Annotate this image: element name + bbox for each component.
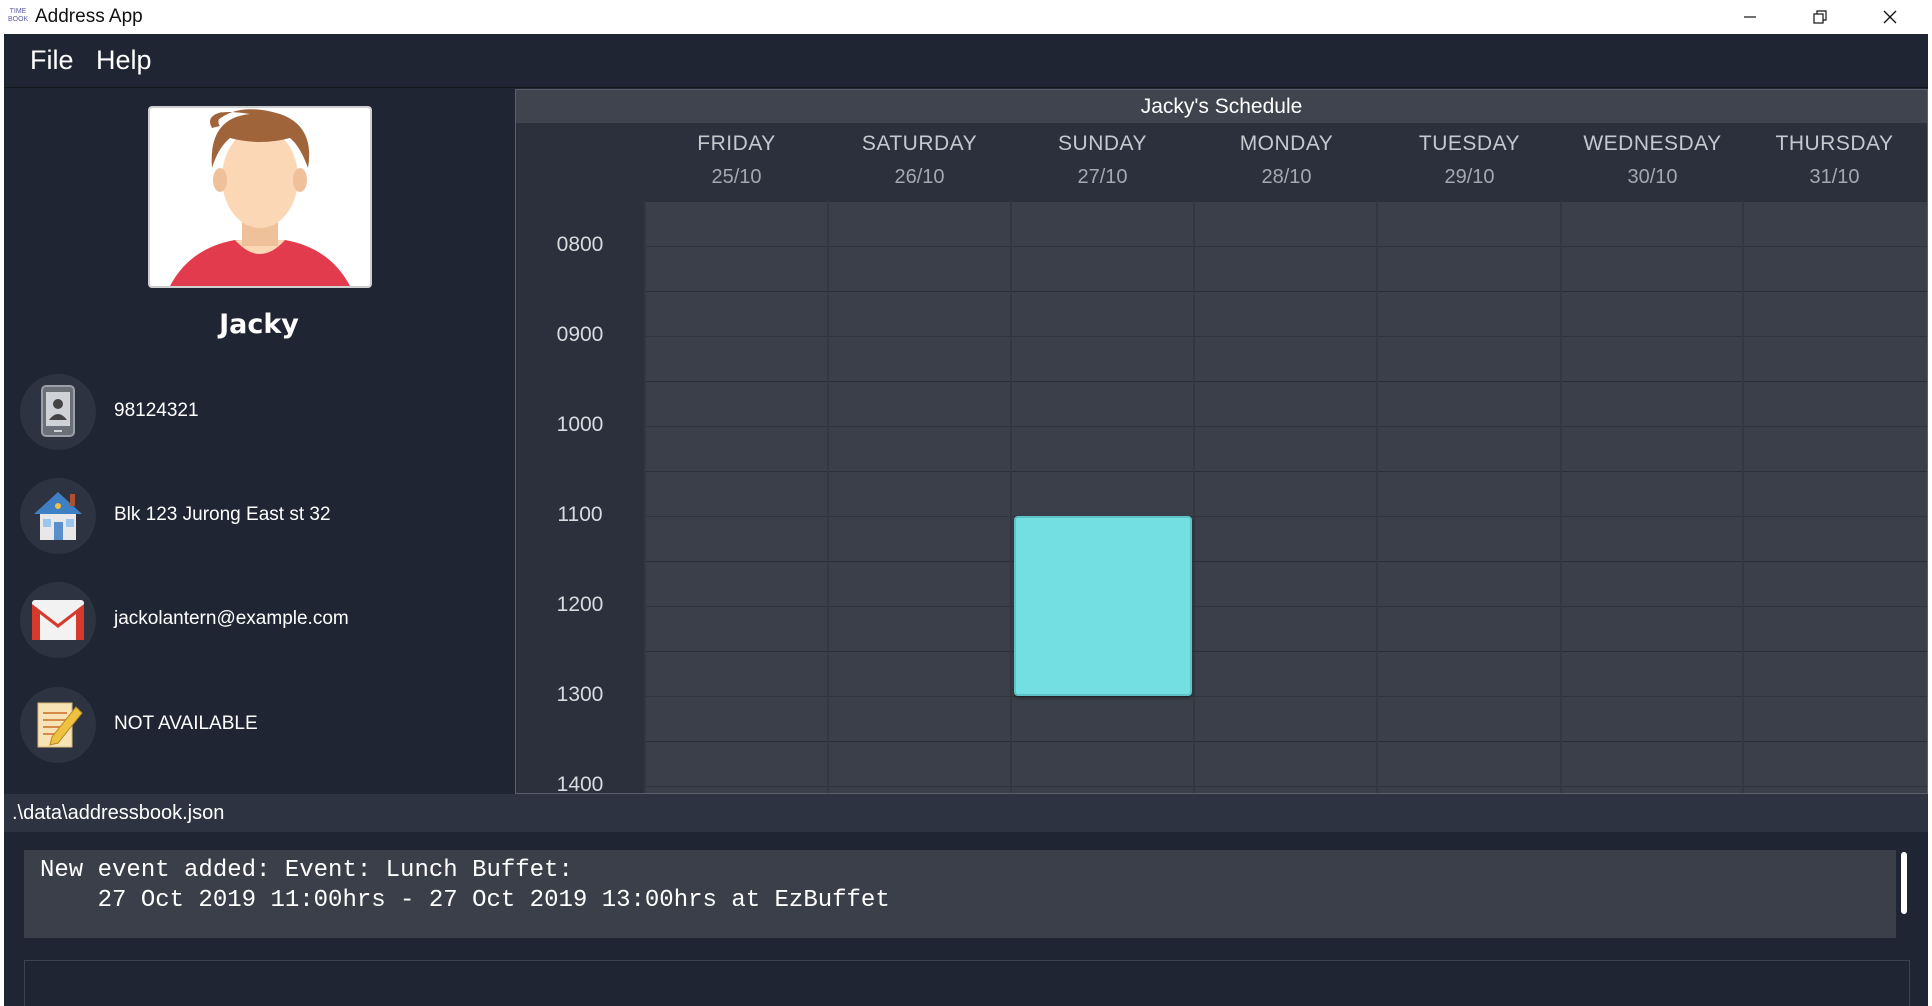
grid-line: [644, 201, 1927, 202]
window-title: Address App: [35, 6, 143, 27]
day-name: THURSDAY: [1775, 132, 1894, 155]
email-row: jackolantern@example.com: [20, 582, 510, 660]
grid-line: [644, 651, 1927, 652]
notepad-icon: [20, 687, 96, 763]
time-label: 1000: [556, 413, 604, 436]
day-name: WEDNESDAY: [1583, 132, 1722, 155]
grid-column-divider: [1376, 201, 1378, 793]
day-column-header: FRIDAY 25/10: [645, 132, 828, 189]
avatar-image: [170, 109, 350, 286]
day-column-header: SATURDAY 26/10: [828, 132, 1011, 189]
day-column-header: THURSDAY 31/10: [1743, 132, 1926, 189]
restore-button[interactable]: [1785, 0, 1855, 34]
close-icon: [1883, 10, 1897, 24]
day-date: 26/10: [894, 166, 945, 188]
minimize-icon: [1744, 16, 1756, 18]
schedule-panel: Jacky's Schedule FRIDAY 25/10 SATURDAY 2…: [515, 89, 1928, 794]
day-column-header: WEDNESDAY 30/10: [1561, 132, 1744, 189]
day-date: 25/10: [711, 166, 762, 188]
grid-line: [644, 606, 1927, 607]
time-label: 0900: [556, 323, 604, 346]
day-name: FRIDAY: [697, 132, 776, 155]
day-date: 31/10: [1809, 166, 1860, 188]
grid-line: [644, 471, 1927, 472]
grid-line: [644, 696, 1927, 697]
app-window: File Help Jacky 98124321 Blk 123 Jurong …: [4, 34, 1928, 1006]
window-titlebar: TIME BOOK Address App: [0, 0, 1932, 34]
menu-bar: File Help: [4, 34, 1928, 88]
day-header: FRIDAY 25/10 SATURDAY 26/10 SUNDAY 27/10…: [516, 124, 1927, 201]
day-column-header: TUESDAY 29/10: [1378, 132, 1561, 189]
restore-icon: [1813, 10, 1827, 24]
day-date: 27/10: [1077, 166, 1128, 188]
avatar: [148, 106, 372, 288]
time-column: 0800 0900 1000 1100 1200 1300 1400: [516, 201, 644, 794]
result-line: New event added: Event: Lunch Buffet:: [40, 857, 573, 884]
menu-file[interactable]: File: [30, 45, 74, 76]
minimize-button[interactable]: [1715, 0, 1785, 34]
grid-line: [644, 741, 1927, 742]
day-name: SUNDAY: [1058, 132, 1147, 155]
status-bar: .\data\addressbook.json: [4, 794, 1928, 832]
time-label: 1300: [556, 683, 604, 706]
grid-column-divider: [1742, 201, 1744, 793]
remark-text: NOT AVAILABLE: [114, 713, 258, 734]
close-button[interactable]: [1855, 0, 1925, 34]
house-icon: [20, 478, 96, 554]
phone-icon: [20, 374, 96, 450]
grid-line: [644, 291, 1927, 292]
result-area: New event added: Event: Lunch Buffet: 27…: [4, 832, 1928, 1006]
grid-column-divider: [1010, 201, 1012, 793]
gmail-icon: [20, 582, 96, 658]
result-scrollbar[interactable]: [1901, 852, 1907, 914]
phone-row: 98124321: [20, 374, 510, 452]
day-date: 30/10: [1627, 166, 1678, 188]
grid-column-divider: [827, 201, 829, 793]
result-line: 27 Oct 2019 11:00hrs - 27 Oct 2019 13:00…: [40, 887, 890, 914]
menu-help[interactable]: Help: [96, 45, 152, 76]
grid-line: [644, 426, 1927, 427]
person-panel: Jacky 98124321 Blk 123 Jurong East st 32…: [4, 89, 514, 794]
day-name: TUESDAY: [1418, 132, 1521, 155]
phone-text: 98124321: [114, 400, 199, 421]
schedule-grid[interactable]: [644, 201, 1927, 793]
address-text: Blk 123 Jurong East st 32: [114, 504, 331, 525]
grid-line: [644, 246, 1927, 247]
result-display[interactable]: New event added: Event: Lunch Buffet: 27…: [24, 850, 1896, 938]
day-date: 29/10: [1444, 166, 1495, 188]
event-block[interactable]: [1014, 516, 1192, 696]
grid-column-divider: [1560, 201, 1562, 793]
remark-row: NOT AVAILABLE: [20, 687, 510, 765]
grid-line: [644, 786, 1927, 787]
result-text: New event added: Event: Lunch Buffet: 27…: [40, 856, 1880, 916]
time-label: 0800: [556, 233, 604, 256]
email-text: jackolantern@example.com: [114, 608, 349, 629]
day-date: 28/10: [1261, 166, 1312, 188]
schedule-title: Jacky's Schedule: [516, 90, 1927, 124]
save-location-path: .\data\addressbook.json: [12, 802, 225, 824]
day-name: SATURDAY: [861, 132, 978, 155]
day-name: MONDAY: [1239, 132, 1334, 155]
time-label: 1400: [556, 773, 604, 794]
grid-line: [644, 516, 1927, 517]
command-input[interactable]: [24, 960, 1910, 1006]
day-column-header: MONDAY 28/10: [1195, 132, 1378, 189]
grid-column-divider: [644, 201, 646, 793]
time-label: 1200: [556, 593, 604, 616]
app-icon: TIME BOOK: [8, 8, 29, 23]
day-column-header: SUNDAY 27/10: [1011, 132, 1194, 189]
grid-line: [644, 381, 1927, 382]
address-row: Blk 123 Jurong East st 32: [20, 478, 510, 556]
grid-line: [644, 336, 1927, 337]
grid-line: [644, 561, 1927, 562]
person-name: Jacky: [219, 309, 299, 340]
grid-column-divider: [1193, 201, 1195, 793]
time-label: 1100: [557, 503, 603, 526]
